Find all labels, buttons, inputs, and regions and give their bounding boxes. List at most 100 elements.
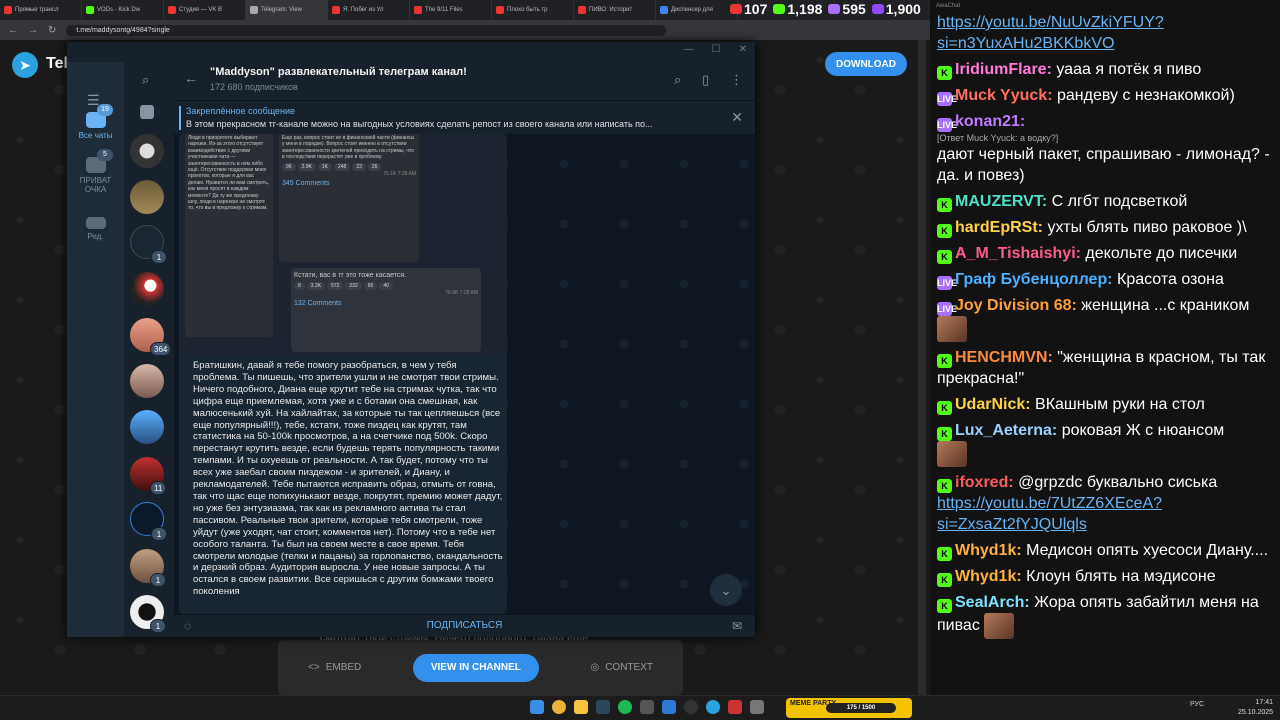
start-icon[interactable] [530,700,544,714]
download-button[interactable]: DOWNLOAD [825,52,907,76]
browser-tab-active[interactable]: Telegram: View [246,0,328,20]
browser-tab[interactable]: Я: Побег из Ул [328,0,410,20]
chat-message: K Lux_Aeterna: роковая Ж с нюансом [937,420,1277,467]
browser-tab[interactable]: Студия — VK В [164,0,246,20]
reaction: 23 [352,162,366,172]
maximize-icon[interactable]: ☐ [712,44,721,55]
chat-username[interactable]: Joy Division 68: [955,297,1077,314]
chat-panel: ← "Maddyson" развлекательный телеграм ка… [174,62,755,637]
embed-button[interactable]: <> EMBED [308,662,361,673]
chat-username[interactable]: konan21: [955,113,1025,130]
chat-username[interactable]: Whyd1k: [955,542,1022,559]
page-scrollbar[interactable] [918,40,926,695]
explorer-icon[interactable] [574,700,588,714]
chat-avatar[interactable]: 1 [130,502,167,541]
chat-avatar[interactable]: 364 [130,318,172,356]
app-icon[interactable] [662,700,676,714]
taskbar-apps [530,700,764,714]
chat-avatar[interactable] [130,410,164,444]
chat-avatar[interactable]: 1 [130,595,166,633]
chat-message: KhardEpRSt: ухты блять пиво раковое )\ [937,217,1277,238]
search-icon[interactable]: ⌕ [674,72,681,88]
sidebar-toggle-icon[interactable]: ▯ [702,72,709,88]
steam-icon[interactable] [596,700,610,714]
chat-link[interactable]: https://youtu.be/NuUvZkiYFUY?si=n3YuxAHu… [937,14,1164,52]
attached-screenshot[interactable]: Люди в приоритете выбирают нарезки. Из-з… [179,134,507,357]
spotify-icon[interactable] [618,700,632,714]
browser-tab[interactable]: Прямые трансл [0,0,82,20]
chrome-icon[interactable] [552,700,566,714]
back-arrow-icon[interactable]: ← [8,25,18,36]
reload-icon[interactable]: ↻ [48,25,56,36]
chat-avatar[interactable] [130,180,164,214]
chat-username[interactable]: hardEpRSt: [955,219,1043,236]
tab-favicon-icon [496,6,504,14]
browser-tab[interactable]: Плохо быть тр [492,0,574,20]
gift-icon[interactable]: ✉ [732,619,742,633]
unread-badge: 5 [97,149,113,161]
telegram-icon[interactable] [706,700,720,714]
subscribe-button[interactable]: ПОДПИСАТЬСЯ [174,620,755,631]
forward-arrow-icon[interactable]: → [28,25,38,36]
chat-username[interactable]: Whyd1k: [955,568,1022,585]
chat-username[interactable]: ifoxred: [955,474,1014,491]
kick-badge-icon: K [937,66,952,80]
chat-link[interactable]: https://youtu.be/7UtZZ6XEceA?si=ZxsaZt2f… [937,495,1162,533]
chat-message: LIVEГраф Бубенцоллер: Красота озона [937,269,1277,290]
chat-message: K UdarNick: ВКашным руки на стол [937,394,1277,415]
chat-message: K IridiumFlare: уааа я потёк я пиво [937,59,1277,80]
obs-icon[interactable] [684,700,698,714]
reaction: 232 [345,282,362,291]
minimize-icon[interactable]: — [684,44,694,55]
browser-tab[interactable]: Диспенсер для [656,0,738,20]
chat-username[interactable]: IridiumFlare: [955,61,1052,78]
chat-avatar[interactable] [140,105,154,119]
chat-text: декольте до писечки [1085,245,1238,262]
channel-title[interactable]: "Maddyson" развлекательный телеграм кана… [210,66,467,78]
browser-tab[interactable]: The 9/11 Files [410,0,492,20]
message-area: Люди в приоритете выбирают нарезки. Из-з… [174,134,755,614]
kick-badge-icon: K [937,224,952,238]
app-icon[interactable] [728,700,742,714]
close-icon[interactable]: ✕ [731,109,743,126]
system-clock[interactable]: 17:41 25.10.2025 [1238,698,1273,718]
back-arrow-icon[interactable]: ← [184,70,198,86]
kick-badge-icon: K [937,573,952,587]
context-button[interactable]: ◎ CONTEXT [590,662,653,673]
close-icon[interactable]: ✕ [739,44,747,55]
view-in-channel-button[interactable]: VIEW IN CHANNEL [412,653,539,682]
edit-folders[interactable]: Ред. [67,217,124,241]
subscriber-count: 172 680 подписчиков [210,82,298,92]
chat-username[interactable]: A_M_Tishaishyi: [955,245,1081,262]
browser-tab[interactable]: VODs - Kick Dw [82,0,164,20]
chat-username[interactable]: HENCHMVN: [955,349,1053,366]
scroll-down-button[interactable]: ⌄ [710,574,742,606]
chat-avatar[interactable]: 11 [130,457,167,495]
folder-all-chats[interactable]: 19 Все чаты [67,104,124,140]
meme-party-widget[interactable]: MEME PARTY 175 / 1500 [786,698,912,718]
chat-avatar[interactable] [130,364,164,398]
url-input[interactable]: t.me/maddysontg/4984?single [66,24,667,36]
browser-tab[interactable]: ПИВО: Историт [574,0,656,20]
chat-avatar[interactable]: 1 [130,549,166,587]
chat-avatar[interactable] [130,134,164,168]
chat-avatar[interactable]: 1 [130,225,167,264]
chat-username[interactable]: SealArch: [955,594,1030,611]
vk-live-badge-icon: LIVE [937,276,958,290]
language-indicator[interactable]: РУС [1190,701,1204,708]
kick-badge-icon: K [937,354,952,368]
chat-username[interactable]: UdarNick: [955,396,1031,413]
pinned-message[interactable]: Закреплённое сообщение В этом прекрасном… [174,100,755,134]
app-icon[interactable] [750,700,764,714]
chat-username[interactable]: Граф Бубенцоллер: [955,271,1113,288]
chat-username[interactable]: Lux_Aeterna: [955,422,1057,439]
reaction: 96 [282,162,296,172]
chat-message: LIVEMuck Yyuck: рандеву с незнакомкой) [937,85,1277,106]
chat-username[interactable]: MAUZERVT: [955,193,1047,210]
app-icon[interactable] [640,700,654,714]
chat-avatar[interactable] [130,272,164,306]
more-options-icon[interactable]: ⋮ [730,72,743,88]
search-icon[interactable]: ⌕ [142,72,149,88]
chat-username[interactable]: Muck Yyuck: [955,87,1053,104]
folder-private[interactable]: 5 ПРИВАТ ОЧКА [67,149,124,194]
